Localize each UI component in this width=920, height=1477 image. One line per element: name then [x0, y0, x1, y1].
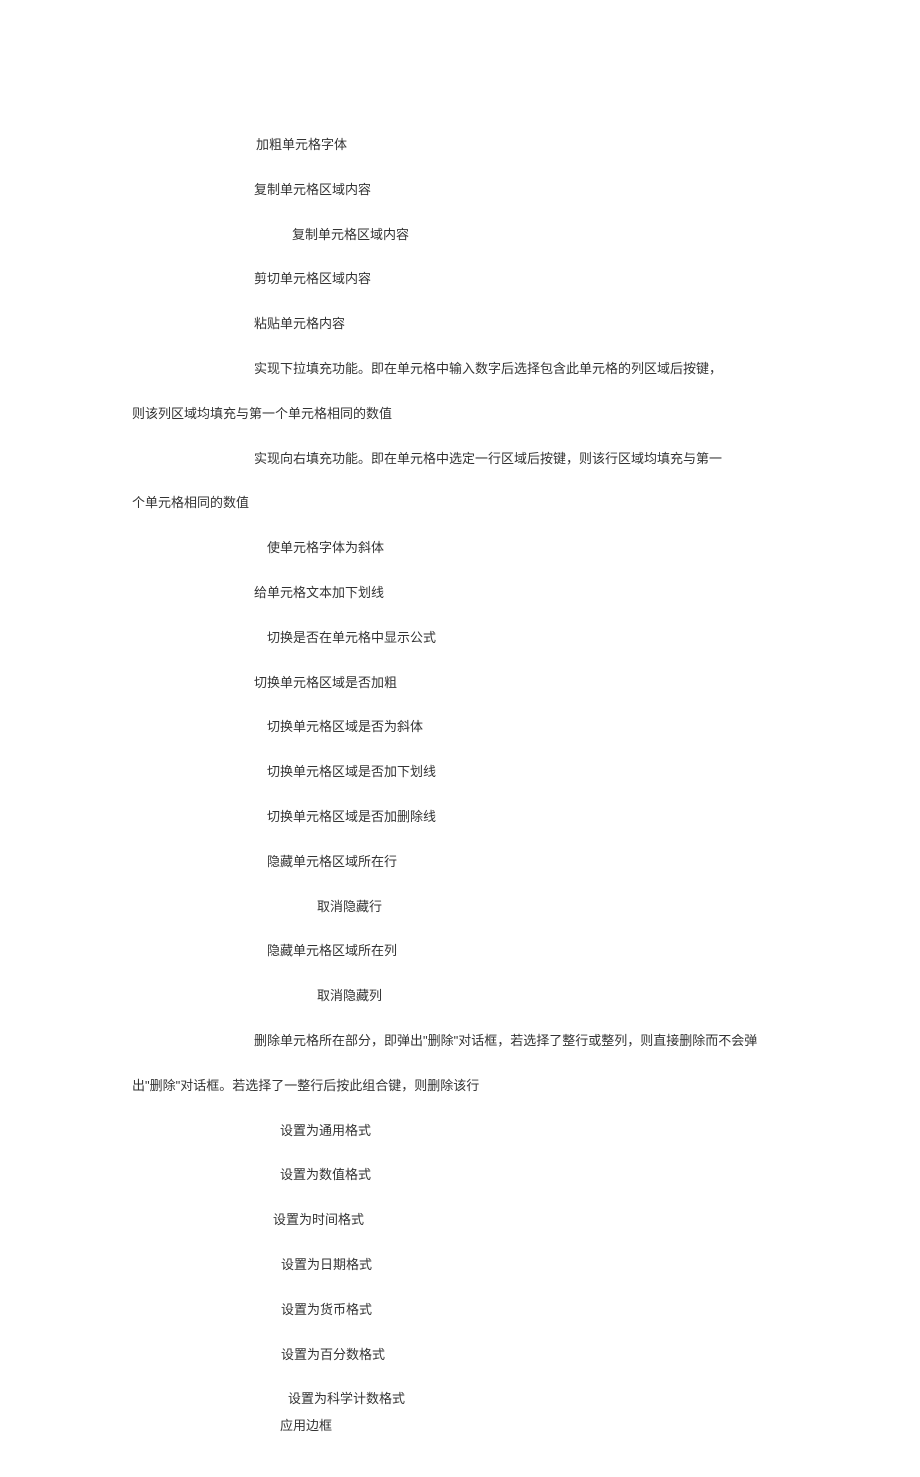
copy-region-text: 复制单元格区域内容 — [0, 180, 920, 201]
format-time-text: 设置为时间格式 — [0, 1210, 920, 1231]
fill-right-text-1: 实现向右填充功能。即在单元格中选定一行区域后按键，则该行区域均填充与第一 — [0, 449, 920, 470]
bold-toggle-text: 切换单元格区域是否加粗 — [0, 673, 920, 694]
unhide-row-text: 取消隐藏行 — [0, 897, 920, 918]
italic-toggle-text: 切换单元格区域是否为斜体 — [0, 717, 920, 738]
format-date-text: 设置为日期格式 — [0, 1255, 920, 1276]
hide-col-text: 隐藏单元格区域所在列 — [0, 941, 920, 962]
fill-down-text-2: 则该列区域均填充与第一个单元格相同的数值 — [0, 404, 920, 425]
format-general-text: 设置为通用格式 — [0, 1121, 920, 1142]
hide-row-text: 隐藏单元格区域所在行 — [0, 852, 920, 873]
format-currency-text: 设置为货币格式 — [0, 1300, 920, 1321]
format-number-text: 设置为数值格式 — [0, 1165, 920, 1186]
apply-border-text: 应用边框 — [0, 1416, 920, 1437]
delete-part-text-1: 删除单元格所在部分，即弹出"删除"对话框，若选择了整行或整列，则直接删除而不会弹 — [0, 1031, 920, 1052]
unhide-col-text: 取消隐藏列 — [0, 986, 920, 1007]
format-percent-text: 设置为百分数格式 — [0, 1345, 920, 1366]
delete-part-text-2: 出"删除"对话框。若选择了一整行后按此组合键，则删除该行 — [0, 1076, 920, 1097]
paste-cell-text: 粘贴单元格内容 — [0, 314, 920, 335]
copy-nested-text: 复制单元格区域内容 — [0, 225, 920, 246]
underline-cell-text: 给单元格文本加下划线 — [0, 583, 920, 604]
underline-toggle-text: 切换单元格区域是否加下划线 — [0, 762, 920, 783]
bold-cell-text: 加粗单元格字体 — [0, 135, 920, 156]
fill-down-text-1: 实现下拉填充功能。即在单元格中输入数字后选择包含此单元格的列区域后按键， — [0, 359, 920, 380]
italic-cell-text: 使单元格字体为斜体 — [0, 538, 920, 559]
formula-toggle-text: 切换是否在单元格中显示公式 — [0, 628, 920, 649]
cut-region-text: 剪切单元格区域内容 — [0, 269, 920, 290]
format-sci-text: 设置为科学计数格式 — [0, 1389, 920, 1410]
fill-right-text-2: 个单元格相同的数值 — [0, 493, 920, 514]
strike-toggle-text: 切换单元格区域是否加删除线 — [0, 807, 920, 828]
